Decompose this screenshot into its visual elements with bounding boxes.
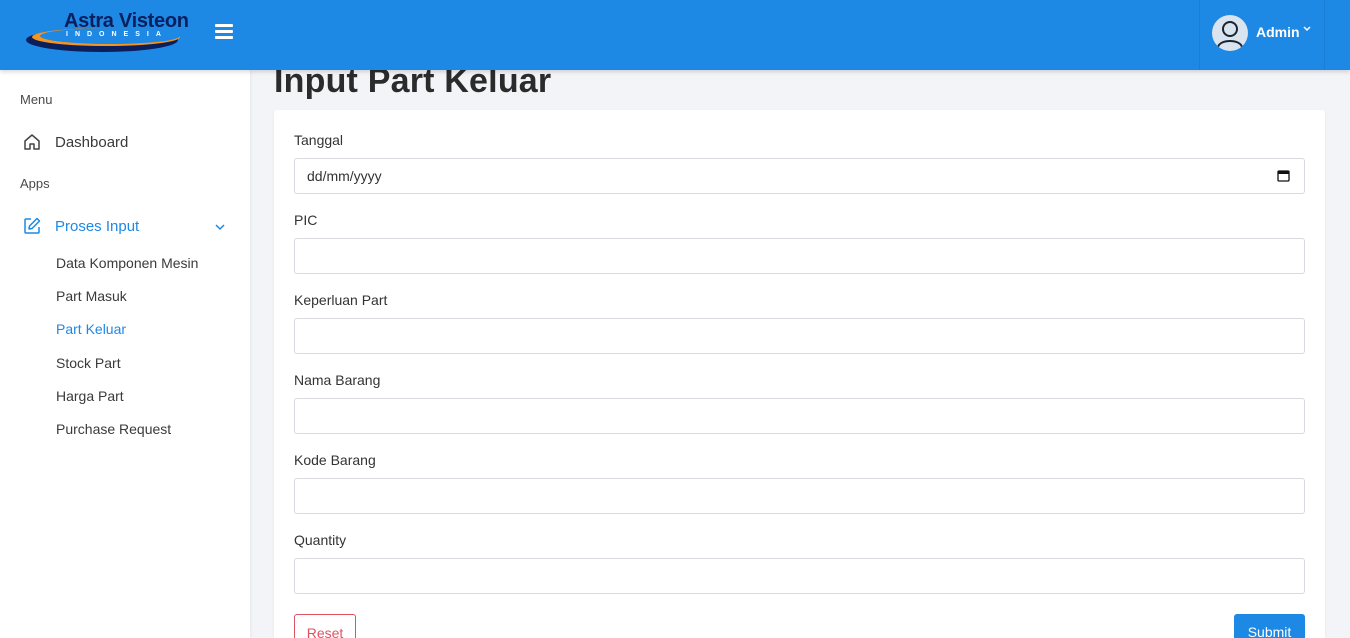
chevron-down-icon: [1303, 25, 1311, 36]
submit-button[interactable]: Submit: [1234, 614, 1305, 638]
sidebar-subitem-harga-part[interactable]: Harga Part: [56, 388, 124, 404]
sidebar-subitem-data-komponen-mesin[interactable]: Data Komponen Mesin: [56, 255, 198, 271]
pic-label: PIC: [294, 212, 318, 228]
nama-barang-input[interactable]: [294, 398, 1305, 434]
sidebar-subitem-part-keluar[interactable]: Part Keluar: [56, 321, 126, 337]
tanggal-label: Tanggal: [294, 132, 344, 148]
nama-barang-label: Nama Barang: [294, 372, 381, 388]
sidebar-subitem-part-masuk[interactable]: Part Masuk: [56, 288, 127, 304]
quantity-label: Quantity: [294, 532, 347, 548]
keperluan-part-label: Keperluan Part: [294, 292, 388, 308]
sidebar-subitem-stock-part[interactable]: Stock Part: [56, 355, 121, 371]
form-card: Tanggal dd/mm/yyyy PIC Keperluan Part Na…: [274, 110, 1325, 638]
sidebar-item-proses-input[interactable]: Proses Input: [20, 213, 232, 239]
chevron-down-icon: [214, 218, 226, 237]
pic-input[interactable]: [294, 238, 1305, 274]
home-icon: [20, 130, 44, 154]
edit-icon: [20, 214, 44, 238]
sidebar: Menu Dashboard Apps Proses Input Data Ko…: [0, 70, 250, 638]
logo-title: Astra Visteon: [64, 10, 189, 32]
quantity-input[interactable]: [294, 558, 1305, 594]
company-logo[interactable]: Astra Visteon INDONESIA: [24, 10, 189, 60]
sidebar-subitem-purchase-request[interactable]: Purchase Request: [56, 421, 171, 437]
kode-barang-input[interactable]: [294, 478, 1305, 514]
kode-barang-label: Kode Barang: [294, 452, 376, 468]
sidebar-item-dashboard[interactable]: Dashboard: [20, 129, 232, 155]
user-icon: [1217, 21, 1243, 48]
user-menu[interactable]: Admin: [1199, 0, 1325, 70]
sidebar-item-label: Proses Input: [55, 217, 140, 235]
tanggal-placeholder: dd/mm/yyyy: [307, 168, 382, 184]
calendar-icon[interactable]: [1277, 169, 1290, 185]
keperluan-part-input[interactable]: [294, 318, 1305, 354]
sidebar-heading-menu: Menu: [20, 92, 53, 107]
sidebar-heading-apps: Apps: [20, 176, 50, 191]
top-navbar: Astra Visteon INDONESIA Admin: [0, 0, 1350, 70]
user-name: Admin: [1256, 24, 1300, 40]
sidebar-item-label: Dashboard: [55, 133, 129, 151]
logo-subtitle: INDONESIA: [66, 31, 168, 38]
tanggal-date-input[interactable]: dd/mm/yyyy: [294, 158, 1305, 194]
avatar: [1212, 15, 1248, 51]
reset-button[interactable]: Reset: [294, 614, 356, 638]
menu-toggle-icon[interactable]: [215, 24, 233, 44]
